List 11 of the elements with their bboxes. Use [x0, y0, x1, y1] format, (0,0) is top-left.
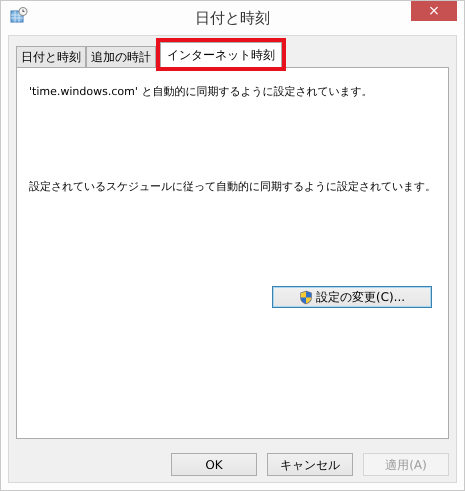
- close-button[interactable]: ×: [411, 1, 457, 21]
- calendar-clock-icon: [10, 7, 28, 23]
- change-settings-button[interactable]: 設定の変更(C)...: [272, 286, 432, 308]
- dialog-button[interactable]: OK: [171, 453, 257, 476]
- tab[interactable]: 日付と時刻: [16, 46, 86, 67]
- sync-schedule-message: 設定されているスケジュールに従って自動的に同期するように設定されています。: [29, 178, 436, 194]
- shield-icon: [298, 290, 313, 304]
- tab[interactable]: 追加の時計: [86, 46, 156, 67]
- sync-server-message: 'time.windows.com' と自動的に同期するように設定されています。: [29, 84, 374, 100]
- dialog-button[interactable]: キャンセル: [267, 453, 353, 476]
- window-title: 日付と時刻: [195, 8, 270, 29]
